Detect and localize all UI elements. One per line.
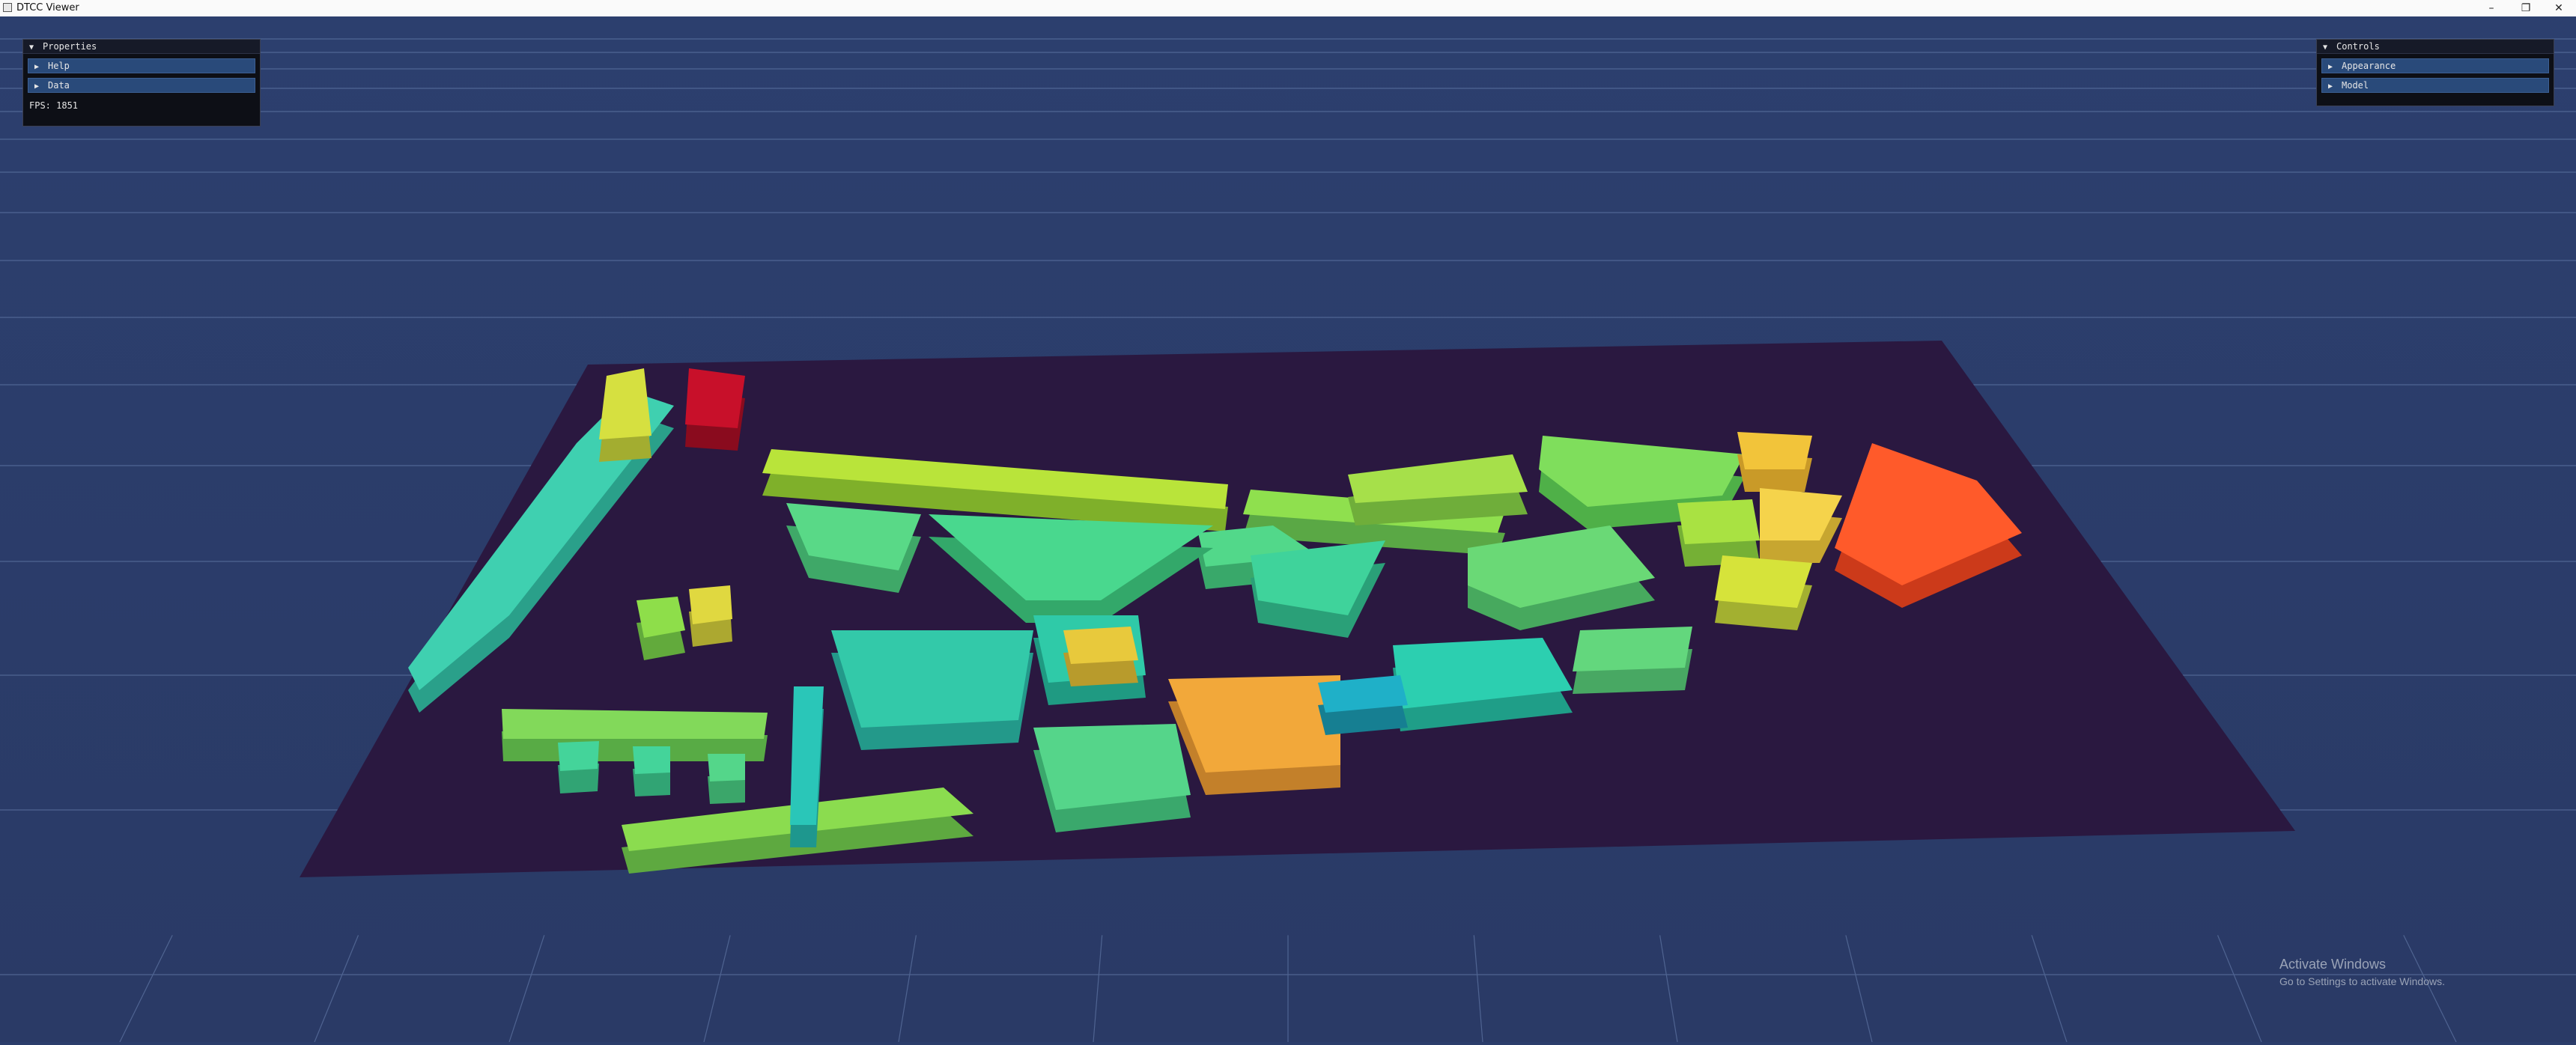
building-roof — [633, 746, 670, 774]
properties-item-label: Help — [48, 61, 70, 71]
building-roof — [708, 754, 745, 782]
restore-button[interactable]: ❐ — [2509, 0, 2543, 16]
building-roof — [831, 630, 1033, 728]
properties-header[interactable]: ▼ Properties — [23, 40, 260, 54]
watermark-subtitle: Go to Settings to activate Windows. — [2279, 975, 2445, 987]
controls-header[interactable]: ▼ Controls — [2317, 40, 2554, 54]
properties-item-help[interactable]: ▶ Help — [28, 58, 255, 73]
fps-readout: FPS: 1851 — [29, 100, 79, 111]
building-roof — [502, 709, 768, 739]
building-roof — [1737, 432, 1812, 469]
building — [685, 368, 745, 451]
city-scene — [0, 16, 2576, 1043]
controls-title: Controls — [2336, 41, 2380, 52]
building-roof — [1573, 627, 1692, 671]
minimize-button[interactable]: – — [2474, 0, 2509, 16]
controls-item-label: Appearance — [2342, 61, 2396, 71]
properties-title: Properties — [43, 41, 97, 52]
building-roof — [689, 585, 732, 624]
collapse-icon: ▼ — [2323, 43, 2328, 52]
building-roof — [558, 741, 599, 771]
window-title: DTCC Viewer — [16, 2, 79, 13]
building — [1715, 555, 1812, 630]
building — [1677, 499, 1760, 567]
controls-panel: ▼ Controls ▶ Appearance ▶ Model — [2316, 39, 2554, 106]
building — [1737, 432, 1812, 492]
building — [1063, 627, 1138, 686]
building-roof — [637, 597, 685, 638]
building — [831, 630, 1033, 750]
activation-watermark: Activate Windows Go to Settings to activ… — [2279, 957, 2445, 987]
expand-icon: ▶ — [34, 82, 40, 91]
building-roof — [1677, 499, 1760, 544]
building-roof — [599, 368, 651, 439]
properties-item-label: Data — [48, 80, 70, 91]
building-roof — [1063, 627, 1138, 664]
properties-item-data[interactable]: ▶ Data — [28, 78, 255, 93]
building-roof — [1715, 555, 1812, 608]
building — [1573, 627, 1692, 694]
window-titlebar[interactable]: DTCC Viewer – ❐ ✕ — [0, 0, 2576, 17]
controls-item-model[interactable]: ▶ Model — [2321, 78, 2549, 93]
expand-icon: ▶ — [34, 63, 40, 71]
building-roof — [685, 368, 745, 428]
3d-viewport[interactable] — [0, 16, 2576, 1043]
building — [633, 746, 670, 796]
building — [708, 754, 745, 804]
expand-icon: ▶ — [2328, 63, 2333, 71]
close-button[interactable]: ✕ — [2542, 0, 2576, 16]
expand-icon: ▶ — [2328, 82, 2333, 91]
building — [1033, 724, 1191, 832]
watermark-title: Activate Windows — [2279, 957, 2387, 972]
app-icon — [3, 3, 12, 12]
building — [637, 597, 685, 660]
properties-panel: ▼ Properties ▶ Help ▶ Data FPS: 1851 — [22, 39, 261, 127]
controls-item-label: Model — [2342, 80, 2369, 91]
building — [599, 368, 651, 462]
building — [689, 585, 732, 647]
building — [1318, 675, 1408, 735]
controls-item-appearance[interactable]: ▶ Appearance — [2321, 58, 2549, 73]
building — [558, 741, 599, 793]
building-roof — [1033, 724, 1191, 810]
collapse-icon: ▼ — [29, 43, 34, 52]
